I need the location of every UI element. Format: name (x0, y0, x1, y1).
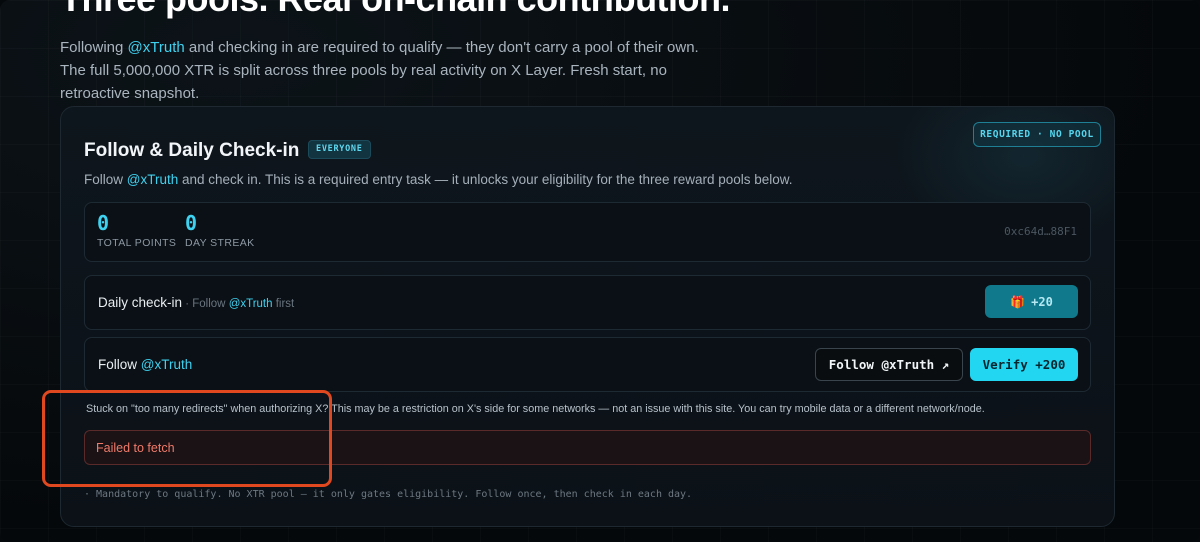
desc-mention-link[interactable]: @xTruth (127, 172, 178, 187)
page-heading: Three pools. Real on-chain contribution. (60, 0, 731, 20)
checkin-button[interactable]: 🎁 +20 (985, 285, 1078, 318)
intro-text: Following @xTruth and checking in are re… (60, 36, 710, 105)
follow-row: Follow @xTruth Follow @xTruth ↗ Verify +… (84, 337, 1091, 392)
card-description: Follow @xTruth and check in. This is a r… (84, 172, 793, 187)
total-points-value: 0 (97, 211, 110, 235)
checkin-hint: · Follow @xTruth first (182, 298, 294, 310)
wallet-address: 0xc64d…88F1 (1004, 225, 1077, 238)
follow-checkin-card: REQUIRED · NO POOL Follow & Daily Check-… (60, 106, 1115, 527)
gift-icon: 🎁 (1010, 294, 1026, 309)
checkin-button-label: +20 (1031, 294, 1053, 309)
intro-prefix: Following (60, 39, 128, 56)
total-points-label: TOTAL POINTS (97, 237, 177, 249)
card-title: Follow & Daily Check-in (84, 140, 300, 161)
day-streak-value: 0 (185, 211, 198, 235)
follow-xtruth-button[interactable]: Follow @xTruth ↗ (815, 348, 963, 381)
redirect-warning: Stuck on "too many redirects" when autho… (86, 403, 985, 415)
error-message-box: Failed to fetch (84, 430, 1091, 465)
follow-title-prefix: Follow (98, 357, 141, 372)
page: Three pools. Real on-chain contribution.… (0, 0, 1200, 542)
daily-checkin-row: Daily check-in · Follow @xTruth first 🎁 +… (84, 275, 1091, 330)
follow-title-line: Follow @xTruth (98, 357, 192, 372)
footnote: · Mandatory to qualify. No XTR pool — it… (84, 489, 693, 500)
day-streak-label: DAY STREAK (185, 237, 255, 249)
desc-suffix: and check in. This is a required entry t… (178, 172, 793, 187)
required-badge: REQUIRED · NO POOL (973, 122, 1101, 147)
desc-prefix: Follow (84, 172, 127, 187)
stats-panel: 0 TOTAL POINTS 0 DAY STREAK 0xc64d…88F1 (84, 202, 1091, 262)
checkin-title-line: Daily check-in · Follow @xTruth first (98, 295, 294, 310)
error-text: Failed to fetch (96, 441, 175, 455)
follow-title-mention-link[interactable]: @xTruth (141, 357, 192, 372)
everyone-tag: EVERYONE (308, 140, 371, 159)
checkin-hint-suffix: first (272, 298, 295, 310)
checkin-hint-mention: @xTruth (228, 298, 273, 310)
checkin-hint-prefix: · Follow (182, 298, 229, 310)
intro-mention-link[interactable]: @xTruth (128, 39, 185, 56)
verify-button[interactable]: Verify +200 (970, 348, 1078, 381)
checkin-title: Daily check-in (98, 295, 183, 310)
